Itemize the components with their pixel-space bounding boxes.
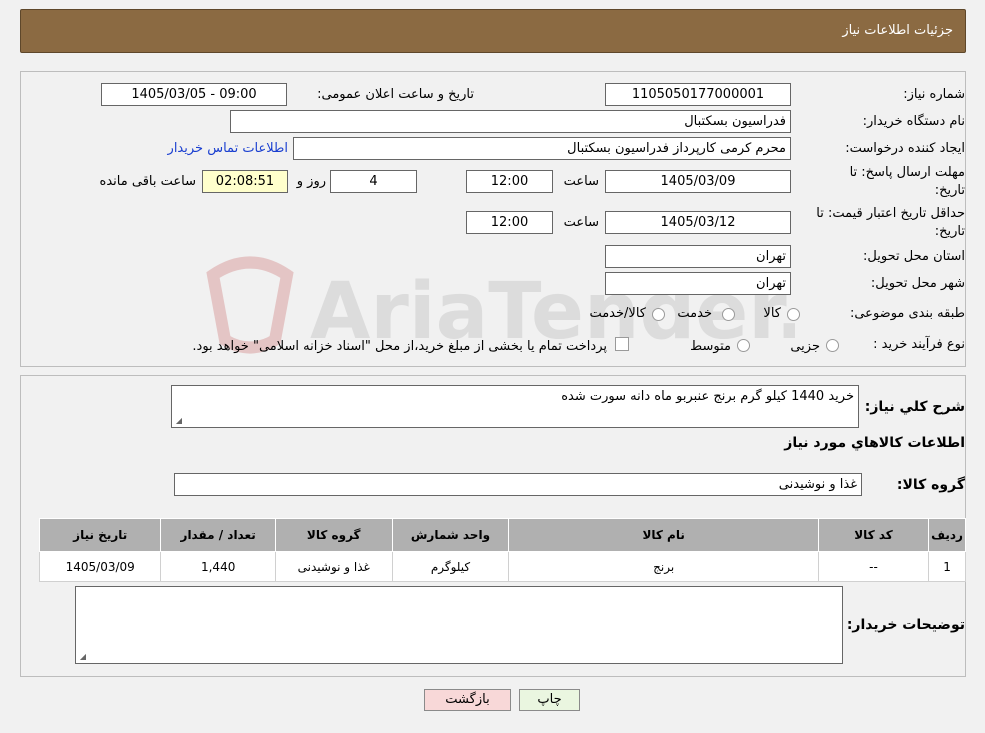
category-option-service: خدمت	[677, 306, 712, 321]
need-number-label: شماره نیاز:	[903, 87, 965, 102]
cell-unit: کیلوگرم	[391, 551, 510, 582]
back-button[interactable]: بازگشت	[424, 689, 511, 711]
delivery-city-field: تهران	[605, 272, 791, 295]
category-radio-goods[interactable]	[787, 308, 800, 321]
goods-group-label: گروه کالا:	[896, 477, 965, 493]
category-option-goods-service: کالا/خدمت	[589, 306, 646, 321]
deadline-label-date: تاریخ:	[934, 183, 965, 198]
resize-grip-icon[interactable]: ◢	[174, 417, 182, 425]
page-header: جزئیات اطلاعات نیاز	[20, 9, 966, 53]
price-validity-date-field: 1405/03/12	[605, 211, 791, 234]
treasury-docs-checkbox[interactable]	[615, 337, 629, 351]
announce-datetime-label: تاریخ و ساعت اعلان عمومی:	[317, 87, 474, 102]
buyer-org-field: فدراسیون بسکتبال	[230, 110, 791, 133]
cell-code: --	[817, 551, 930, 582]
remaining-time-field: 02:08:51	[202, 170, 288, 193]
cell-name: برنج	[508, 551, 819, 582]
category-radio-goods-service[interactable]	[652, 308, 665, 321]
print-button[interactable]: چاپ	[519, 689, 580, 711]
buyer-notes-label: توضیحات خریدار:	[846, 617, 965, 633]
cell-quantity: 1,440	[160, 551, 276, 582]
delivery-city-label: شهر محل تحویل:	[870, 276, 965, 291]
process-radio-medium[interactable]	[737, 339, 750, 352]
process-radio-minor[interactable]	[826, 339, 839, 352]
table-header-row: ردیف کد کالا نام کالا واحد شمارش گروه کا…	[38, 518, 966, 552]
price-validity-time-label: ساعت	[563, 215, 599, 230]
delivery-province-field: تهران	[605, 245, 791, 268]
col-header-unit: واحد شمارش	[391, 518, 510, 552]
summary-field: خرید 1440 کیلو گرم برنج عنبربو ماه دانه …	[171, 385, 859, 428]
category-radio-service[interactable]	[722, 308, 735, 321]
goods-table: ردیف کد کالا نام کالا واحد شمارش گروه کا…	[38, 518, 966, 582]
buyer-contact-link[interactable]: اطلاعات تماس خریدار	[168, 141, 288, 156]
cell-row-number: 1	[928, 551, 966, 582]
col-header-group: گروه کالا	[274, 518, 393, 552]
resize-grip-icon[interactable]: ◢	[78, 653, 86, 661]
col-header-need-date: تاریخ نیاز	[38, 518, 162, 552]
remaining-time-label: ساعت باقی مانده	[99, 174, 196, 189]
cell-need-date: 1405/03/09	[38, 551, 162, 582]
deadline-days-label: روز و	[296, 174, 326, 189]
category-option-goods: کالا	[763, 306, 781, 321]
summary-label: شرح کلي نياز:	[864, 399, 965, 415]
table-row: 1 -- برنج کیلوگرم غذا و نوشیدنی 1,440 14…	[38, 551, 966, 582]
price-validity-label-date: تاریخ:	[934, 224, 965, 239]
cell-group: غذا و نوشیدنی	[274, 551, 393, 582]
price-validity-label: حداقل تاریخ اعتبار قیمت: تا	[816, 206, 965, 221]
process-option-medium: متوسط	[690, 339, 731, 354]
col-header-code: کد کالا	[817, 518, 930, 552]
deadline-date-field: 1405/03/09	[605, 170, 791, 193]
col-header-row: ردیف	[928, 518, 966, 552]
summary-text: خرید 1440 کیلو گرم برنج عنبربو ماه دانه …	[561, 389, 854, 404]
need-number-field: 1105050177000001	[605, 83, 791, 106]
col-header-quantity: تعداد / مقدار	[160, 518, 276, 552]
announce-datetime-field: 1405/03/05 - 09:00	[101, 83, 287, 106]
requester-field: محرم کرمی کارپرداز فدراسیون بسکتبال	[293, 137, 791, 160]
buyer-notes-field: ◢	[75, 586, 843, 664]
deadline-time-field: 12:00	[466, 170, 553, 193]
goods-group-field: غذا و نوشیدنی	[174, 473, 862, 496]
delivery-province-label: استان محل تحویل:	[863, 249, 965, 264]
goods-info-title: اطلاعات کالاهاي مورد نياز	[784, 435, 965, 451]
category-label: طبقه بندی موضوعی:	[849, 306, 965, 321]
deadline-days-field: 4	[330, 170, 417, 193]
treasury-note: پرداخت تمام یا بخشی از مبلغ خرید،از محل …	[192, 339, 607, 354]
requester-label: ایجاد کننده درخواست:	[845, 141, 965, 156]
buyer-org-label: نام دستگاه خریدار:	[862, 114, 965, 129]
process-option-minor: جزیی	[790, 339, 820, 354]
deadline-label: مهلت ارسال پاسخ: تا	[849, 165, 965, 180]
purchase-process-label: نوع فرآیند خرید :	[873, 337, 965, 352]
col-header-name: نام کالا	[508, 518, 819, 552]
deadline-time-label: ساعت	[563, 174, 599, 189]
page-title: جزئیات اطلاعات نیاز	[842, 23, 953, 38]
price-validity-time-field: 12:00	[466, 211, 553, 234]
